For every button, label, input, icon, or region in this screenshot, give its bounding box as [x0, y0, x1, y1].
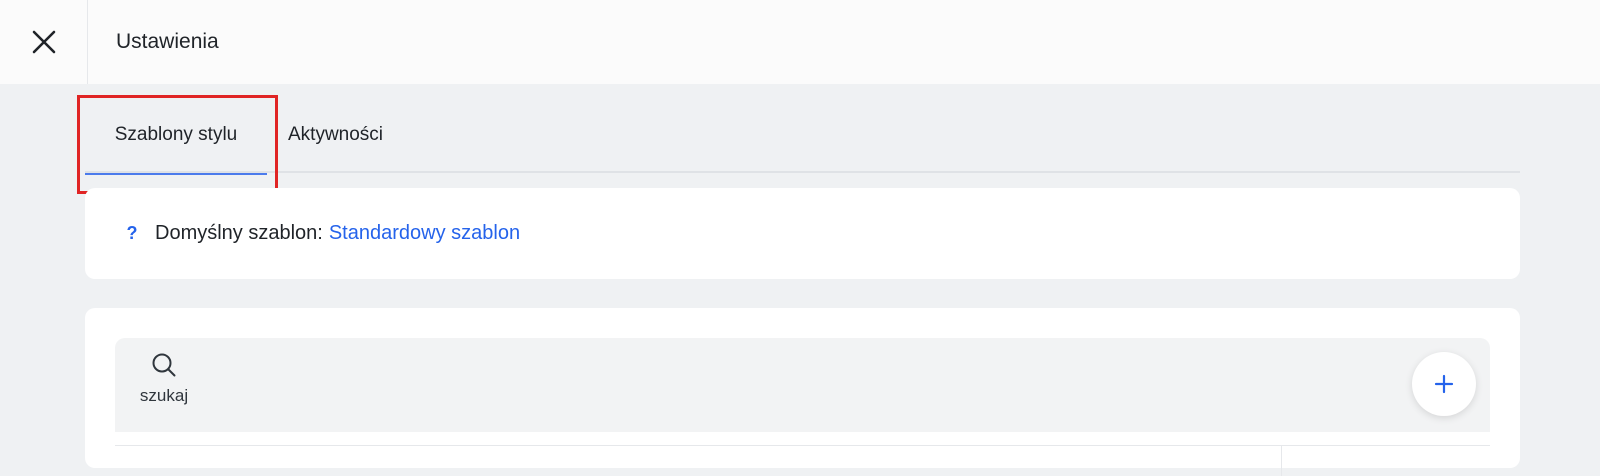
tab-bar: Szablony stylu Aktywności: [85, 96, 1520, 175]
tab-activities[interactable]: Aktywności: [267, 96, 383, 173]
help-icon[interactable]: ?: [123, 223, 141, 244]
templates-list-card: szukaj: [85, 308, 1520, 476]
close-icon: [32, 30, 55, 54]
plus-icon: [1434, 374, 1454, 394]
list-toolbar: szukaj: [115, 338, 1490, 432]
default-template-link[interactable]: Standardowy szablon: [329, 222, 520, 245]
top-bar: Ustawienia: [0, 0, 1600, 84]
search-button[interactable]: szukaj: [131, 352, 197, 418]
default-template-label: Domyślny szablon:: [155, 222, 323, 244]
tab-label: Aktywności: [288, 123, 384, 145]
tab-style-templates[interactable]: Szablony stylu: [85, 96, 267, 175]
close-button[interactable]: [0, 0, 88, 84]
search-label: szukaj: [139, 386, 189, 405]
search-icon: [152, 353, 176, 377]
default-template-card: ? Domyślny szablon: Standardowy szablon: [85, 188, 1520, 279]
tab-label: Szablony stylu: [114, 123, 238, 145]
add-template-button[interactable]: [1412, 352, 1476, 416]
table-header: [115, 445, 1490, 476]
column-divider: [1281, 446, 1282, 476]
page-title: Ustawienia: [116, 30, 219, 53]
